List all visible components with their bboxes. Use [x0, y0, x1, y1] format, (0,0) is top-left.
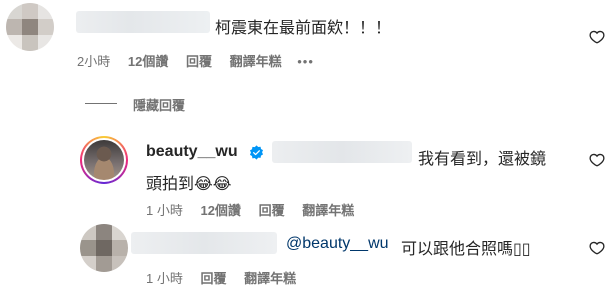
- reply-button[interactable]: 回覆: [200, 271, 226, 286]
- username[interactable]: beauty__wu: [146, 143, 238, 161]
- reply-time: 1 小時: [146, 203, 183, 218]
- mention-blurred[interactable]: [272, 141, 412, 163]
- avatar-blurred[interactable]: [80, 224, 128, 272]
- avatar-blurred[interactable]: [6, 3, 54, 51]
- avatar-beauty-wu[interactable]: [80, 136, 128, 184]
- translate-button[interactable]: 翻譯年糕: [244, 271, 296, 286]
- more-icon[interactable]: •••: [297, 54, 314, 69]
- reply-likes[interactable]: 12個讚: [200, 203, 240, 218]
- comment-text: 柯震東在最前面欸！！！: [215, 20, 392, 37]
- hide-replies-button[interactable]: 隱藏回覆: [133, 95, 185, 114]
- heart-icon[interactable]: [589, 240, 605, 256]
- heart-icon[interactable]: [589, 152, 605, 168]
- reply-button[interactable]: 回覆: [186, 54, 212, 69]
- verified-badge-icon: [249, 145, 264, 160]
- reply-button[interactable]: 回覆: [259, 203, 285, 218]
- reply-time: 1 小時: [146, 271, 183, 286]
- comment-likes[interactable]: 12個讚: [128, 54, 168, 69]
- reply-text-line2: 頭拍到😂😂: [146, 176, 232, 193]
- username-blurred[interactable]: [76, 11, 210, 33]
- translate-button[interactable]: 翻譯年糕: [302, 203, 354, 218]
- translate-button[interactable]: 翻譯年糕: [230, 54, 282, 69]
- comment-time: 2小時: [77, 54, 111, 69]
- hide-replies-divider: [85, 103, 117, 104]
- mention-link[interactable]: @beauty__wu: [286, 235, 389, 253]
- username-blurred[interactable]: [131, 232, 277, 254]
- reply-text: 可以跟他合照嗎▯▯: [401, 241, 531, 258]
- reply-text-line1: 我有看到，還被鏡: [418, 151, 547, 168]
- heart-icon[interactable]: [589, 29, 605, 45]
